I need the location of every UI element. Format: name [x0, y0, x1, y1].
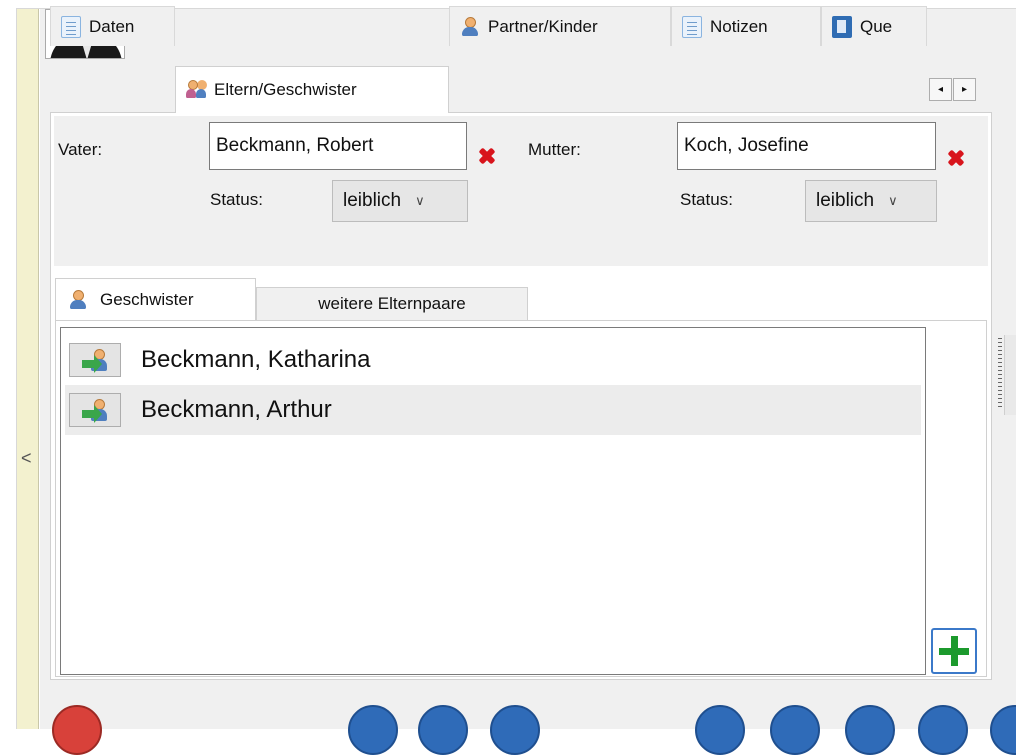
book-icon: [832, 15, 852, 38]
list-item[interactable]: Beckmann, Katharina: [65, 335, 921, 385]
tab-scroll-buttons: ◂ ▸: [928, 78, 976, 101]
previous-record-icon[interactable]: [770, 705, 820, 755]
mother-field[interactable]: Koch, Josefine: [677, 122, 936, 170]
father-status-value: leiblich: [343, 190, 402, 211]
settings-icon[interactable]: [348, 705, 398, 755]
father-field[interactable]: Beckmann, Robert: [209, 122, 467, 170]
tab-label: Eltern/Geschwister: [214, 80, 357, 99]
tab-label: Partner/Kinder: [488, 16, 598, 36]
tab-scroll-right-button[interactable]: ▸: [953, 78, 976, 101]
tab-notizen[interactable]: Notizen: [671, 6, 821, 46]
mother-status-value: leiblich: [816, 190, 875, 211]
tab-label: Notizen: [710, 16, 768, 36]
splitter-grip-icon[interactable]: [998, 338, 1002, 410]
chevron-down-icon: ∨: [415, 193, 425, 208]
sibling-name: Beckmann, Arthur: [141, 396, 332, 423]
bottom-toolbar: [40, 690, 1016, 755]
sibling-name: Beckmann, Katharina: [141, 346, 371, 373]
remove-mother-icon[interactable]: [945, 148, 965, 168]
first-record-icon[interactable]: [695, 705, 745, 755]
arrow-right-icon: [82, 355, 102, 373]
pause-icon[interactable]: [845, 705, 895, 755]
collapse-arrow-icon[interactable]: <: [21, 449, 32, 467]
tab-quellen[interactable]: Que: [821, 6, 927, 46]
tab-daten[interactable]: Daten: [50, 6, 175, 46]
tab-partner-kinder[interactable]: Partner/Kinder: [449, 6, 671, 46]
splitter-handle-area[interactable]: [1004, 335, 1016, 415]
mother-label: Mutter:: [528, 140, 581, 159]
person-icon: [68, 289, 88, 311]
last-record-icon[interactable]: [990, 705, 1016, 755]
subtab-geschwister[interactable]: Geschwister: [55, 278, 256, 320]
go-to-person-button[interactable]: [69, 343, 121, 377]
subtab-weitere-elternpaare[interactable]: weitere Elternpaare: [256, 287, 528, 320]
tab-scroll-left-button[interactable]: ◂: [929, 78, 952, 101]
person-icon: [460, 16, 480, 38]
father-label: Vater:: [58, 140, 103, 159]
document-action-icon[interactable]: [490, 705, 540, 755]
list-item[interactable]: Beckmann, Arthur: [65, 385, 921, 435]
subtab-label: weitere Elternpaare: [318, 294, 466, 313]
collapse-sidebar-strip[interactable]: <: [17, 9, 39, 729]
siblings-list[interactable]: Beckmann, Katharina Beckmann, Arthur: [60, 327, 926, 675]
arrow-right-icon: [82, 405, 102, 423]
mother-status-label: Status:: [680, 190, 733, 209]
chevron-down-icon: ∨: [888, 193, 898, 208]
document-icon: [682, 15, 702, 38]
next-record-icon[interactable]: [918, 705, 968, 755]
remove-father-icon[interactable]: [476, 146, 496, 166]
tab-label: Daten: [89, 16, 135, 36]
edit-icon[interactable]: [418, 705, 468, 755]
father-status-label: Status:: [210, 190, 263, 209]
add-sibling-button[interactable]: [931, 628, 977, 674]
father-status-select[interactable]: leiblich ∨: [332, 180, 468, 222]
mother-status-select[interactable]: leiblich ∨: [805, 180, 937, 222]
persons-icon: [186, 79, 206, 101]
subtab-label: Geschwister: [100, 289, 194, 309]
delete-person-icon[interactable]: [52, 705, 102, 755]
document-icon: [61, 15, 81, 38]
tab-label: Que: [860, 16, 893, 36]
go-to-person-button[interactable]: [69, 393, 121, 427]
tab-eltern-geschwister[interactable]: Eltern/Geschwister: [175, 66, 449, 113]
